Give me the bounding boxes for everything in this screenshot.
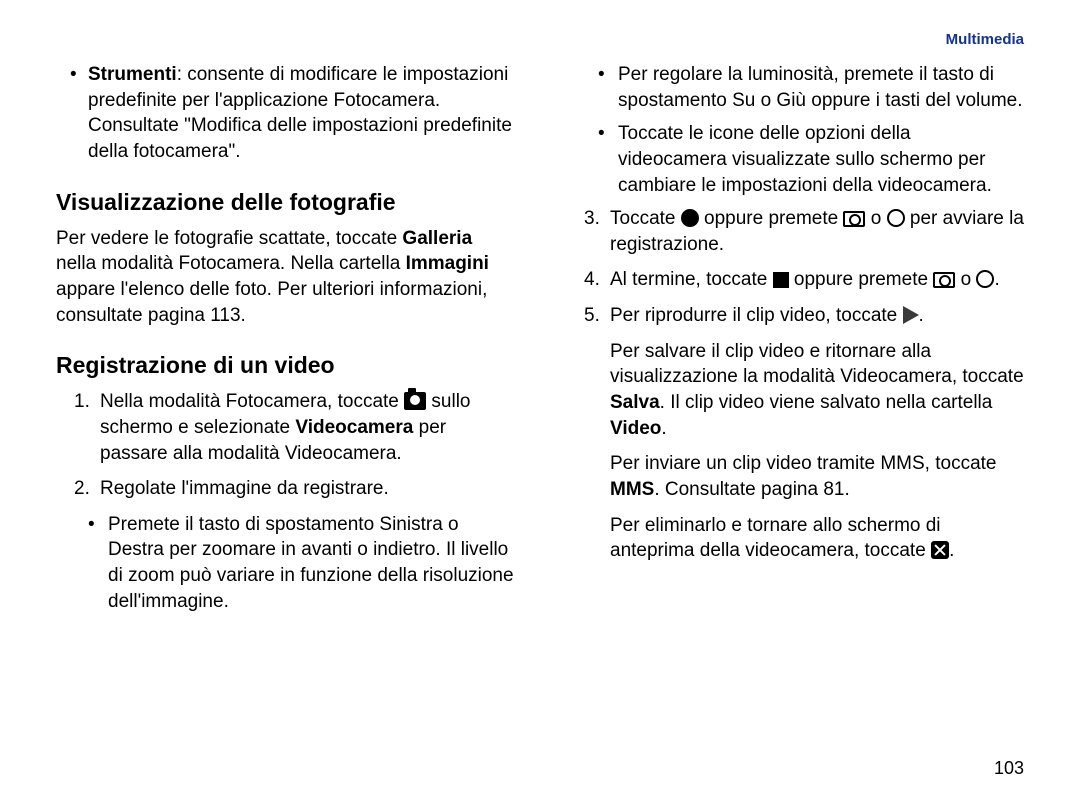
text: nella modalità Fotocamera. Nella cartell…: [56, 253, 406, 274]
record-icon: [681, 209, 699, 227]
paragraph-visualizzazione: Per vedere le fotografie scattate, tocca…: [56, 226, 514, 329]
text: Nella modalità Fotocamera, toccate: [100, 391, 404, 412]
bold-mms: MMS: [610, 479, 654, 500]
step2-sub1: Premete il tasto di spostamento Sinistra…: [56, 512, 514, 615]
step5-save: Per salvare il clip video e ritornare al…: [566, 339, 1024, 442]
circle-button-icon: [887, 209, 905, 227]
two-column-layout: Strumenti: consente di modificare le imp…: [56, 62, 1024, 622]
text: . Consultate pagina 81.: [654, 479, 849, 500]
step-5: 5. Per riprodurre il clip video, toccate…: [566, 303, 1024, 329]
step-3: 3. Toccate oppure premete o per avviare …: [566, 206, 1024, 257]
text: appare l'elenco delle foto. Per ulterior…: [56, 279, 487, 326]
circle-button-icon: [976, 270, 994, 288]
text: .: [994, 269, 999, 290]
step5-delete: Per eliminarlo e tornare allo schermo di…: [566, 513, 1024, 564]
label-strumenti: Strumenti: [88, 64, 177, 85]
text: Per riprodurre il clip video, toccate: [610, 305, 903, 326]
section-header: Multimedia: [946, 30, 1024, 50]
camera-button-icon: [933, 272, 955, 288]
text: oppure premete: [699, 208, 844, 229]
camera-icon: [404, 392, 426, 410]
step5-mms: Per inviare un clip video tramite MMS, t…: [566, 451, 1024, 502]
step-1: 1. Nella modalità Fotocamera, toccate su…: [56, 389, 514, 466]
heading-registrazione: Registrazione di un video: [56, 350, 514, 381]
text: Toccate: [610, 208, 681, 229]
camera-button-icon: [843, 211, 865, 227]
bold-immagini: Immagini: [406, 253, 489, 274]
text: Per salvare il clip video e ritornare al…: [610, 341, 1024, 388]
right-column: Per regolare la luminosità, premete il t…: [566, 62, 1024, 622]
step-4: 4. Al termine, toccate oppure premete o …: [566, 267, 1024, 293]
page-number: 103: [994, 756, 1024, 780]
step-number: 3.: [584, 206, 600, 232]
text: . Il clip video viene salvato nella cart…: [660, 392, 993, 413]
step-number: 2.: [74, 476, 90, 502]
text: Al termine, toccate: [610, 269, 773, 290]
text: Per eliminarlo e tornare allo schermo di…: [610, 515, 941, 562]
bold-salva: Salva: [610, 392, 660, 413]
heading-visualizzazione: Visualizzazione delle fotografie: [56, 187, 514, 218]
step-number: 5.: [584, 303, 600, 329]
text: .: [919, 305, 924, 326]
step2-sub3: Toccate le icone delle opzioni della vid…: [566, 121, 1024, 198]
step2-sub2: Per regolare la luminosità, premete il t…: [566, 62, 1024, 113]
text: Premete il tasto di spostamento Sinistra…: [108, 514, 514, 612]
play-icon: [903, 306, 919, 324]
text: Per inviare un clip video tramite MMS, t…: [610, 453, 997, 474]
text: oppure premete: [789, 269, 934, 290]
text: .: [949, 540, 954, 561]
text: .: [661, 418, 666, 439]
bold-videocamera: Videocamera: [295, 417, 413, 438]
text: Per vedere le fotografie scattate, tocca…: [56, 228, 402, 249]
bold-galleria: Galleria: [402, 228, 472, 249]
text: Per regolare la luminosità, premete il t…: [618, 64, 1023, 111]
text: o: [865, 208, 886, 229]
bullet-strumenti: Strumenti: consente di modificare le imp…: [56, 62, 514, 165]
text: o: [955, 269, 976, 290]
bold-video: Video: [610, 418, 661, 439]
step-number: 1.: [74, 389, 90, 415]
manual-page: Multimedia Strumenti: consente di modifi…: [0, 0, 1080, 810]
text: Toccate le icone delle opzioni della vid…: [618, 123, 992, 195]
stop-icon: [773, 272, 789, 288]
left-column: Strumenti: consente di modificare le imp…: [56, 62, 514, 622]
step-2: 2. Regolate l'immagine da registrare.: [56, 476, 514, 502]
text: Regolate l'immagine da registrare.: [100, 478, 389, 499]
step-number: 4.: [584, 267, 600, 293]
close-icon: [931, 541, 949, 559]
